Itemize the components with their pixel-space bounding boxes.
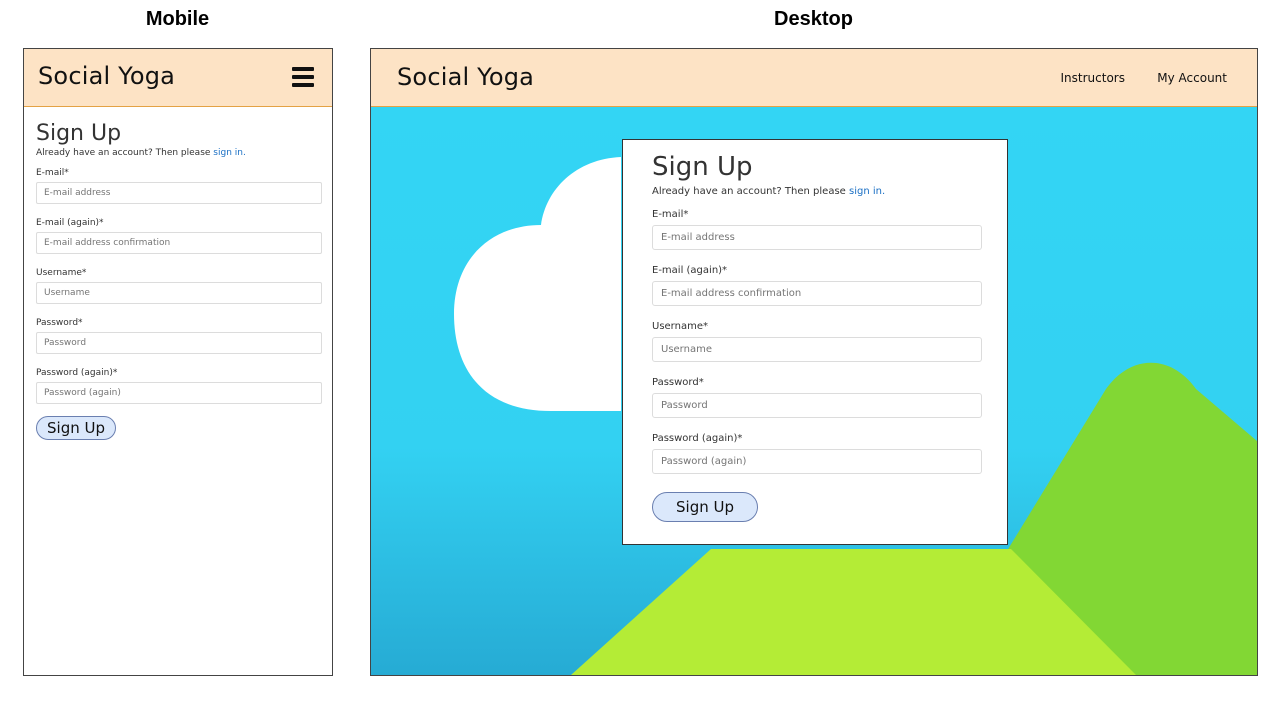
cloud-shape [454,157,621,411]
password-label: Password* [652,377,704,388]
mobile-navbar: Social Yoga [24,49,332,107]
username-label: Username* [652,321,708,332]
email-again-label: E-mail (again)* [652,265,728,276]
email-confirm-field[interactable] [652,281,982,306]
signup-button[interactable]: Sign Up [36,416,116,440]
signup-button[interactable]: Sign Up [652,492,758,522]
caption-mobile: Mobile [145,8,210,30]
username-field[interactable] [36,282,322,304]
password-field[interactable] [36,332,322,354]
signup-form: Sign Up Already have an account? Then pl… [36,121,322,440]
password-confirm-field[interactable] [36,382,322,404]
password-again-label: Password (again)* [36,368,118,378]
email-label: E-mail* [36,168,69,178]
desktop-navbar: Social Yoga Instructors My Account [371,49,1257,107]
caption-desktop: Desktop [774,8,853,30]
nav-instructors[interactable]: Instructors [1061,71,1125,85]
signin-link[interactable]: sign in. [849,186,885,197]
email-again-label: E-mail (again)* [36,218,104,228]
email-field[interactable] [652,225,982,250]
hamburger-icon[interactable] [292,67,314,87]
signin-link[interactable]: sign in. [213,148,246,158]
signup-card: Sign Up Already have an account? Then pl… [622,139,1008,545]
email-label: E-mail* [652,209,689,220]
brand-logo[interactable]: Social Yoga [397,63,534,91]
signin-hint-text: Already have an account? Then please [36,148,214,158]
mobile-frame: Social Yoga Sign Up Already have an acco… [23,48,333,676]
email-field[interactable] [36,182,322,204]
username-field[interactable] [652,337,982,362]
password-confirm-field[interactable] [652,449,982,474]
page-title: Sign Up [652,152,753,182]
brand-logo[interactable]: Social Yoga [38,62,175,90]
password-again-label: Password (again)* [652,433,743,444]
password-field[interactable] [652,393,982,418]
username-label: Username* [36,268,87,278]
nav-my-account[interactable]: My Account [1157,71,1227,85]
signin-hint-text: Already have an account? Then please [652,186,849,197]
desktop-frame: Social Yoga Instructors My Account Sign … [370,48,1258,676]
signin-hint: Already have an account? Then please sig… [652,186,982,197]
email-confirm-field[interactable] [36,232,322,254]
signin-hint: Already have an account? Then please sig… [36,148,322,158]
page-title: Sign Up [36,121,122,146]
signup-form: Sign Up Already have an account? Then pl… [652,152,982,522]
password-label: Password* [36,318,83,328]
